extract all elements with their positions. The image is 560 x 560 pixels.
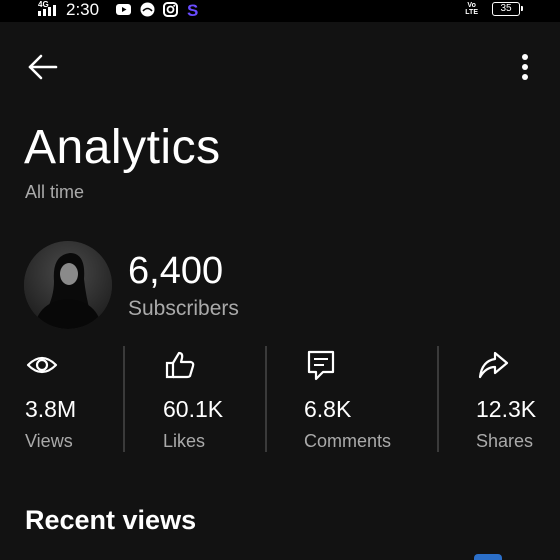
recent-video-thumbnail[interactable] <box>474 554 502 560</box>
subscriber-count: 6,400 <box>128 250 224 292</box>
channel-avatar <box>24 241 112 329</box>
thumbs-up-icon <box>165 351 195 379</box>
volte-indicator: Vo LTE <box>465 2 478 16</box>
svg-text:S: S <box>187 1 198 18</box>
instagram-icon <box>163 2 178 17</box>
stat-divider <box>265 346 267 452</box>
page-title: Analytics <box>24 121 221 174</box>
back-arrow-icon[interactable] <box>26 52 60 82</box>
stat-label: Likes <box>163 431 206 451</box>
battery-icon: 35 <box>492 2 523 16</box>
status-bar: 4G 2:30 S Vo LTE 35 <box>0 0 560 22</box>
stat-value: 12.3K <box>476 396 537 422</box>
recent-views-heading: Recent views <box>25 505 197 535</box>
stat-label: Views <box>25 431 73 451</box>
stat-label: Comments <box>304 431 392 451</box>
eye-icon <box>26 356 58 374</box>
youtube-icon <box>116 4 131 15</box>
stat-value: 60.1K <box>163 396 224 422</box>
status-right: Vo LTE 35 <box>465 2 523 16</box>
stat-divider <box>123 346 125 452</box>
stat-label: Shares <box>476 431 534 451</box>
date-range-label: All time <box>25 182 85 202</box>
stat-value: 3.8M <box>25 396 77 422</box>
comment-icon <box>307 350 335 381</box>
more-options-icon[interactable] <box>512 52 538 82</box>
share-icon <box>478 351 509 379</box>
status-time: 2:30 <box>66 0 100 19</box>
subscriber-label: Subscribers <box>128 297 239 320</box>
s-app-icon: S <box>187 1 198 18</box>
stat-value: 6.8K <box>304 396 352 422</box>
signal-icon <box>38 5 56 16</box>
message-bubble-icon <box>140 2 155 17</box>
stat-divider <box>437 346 439 452</box>
